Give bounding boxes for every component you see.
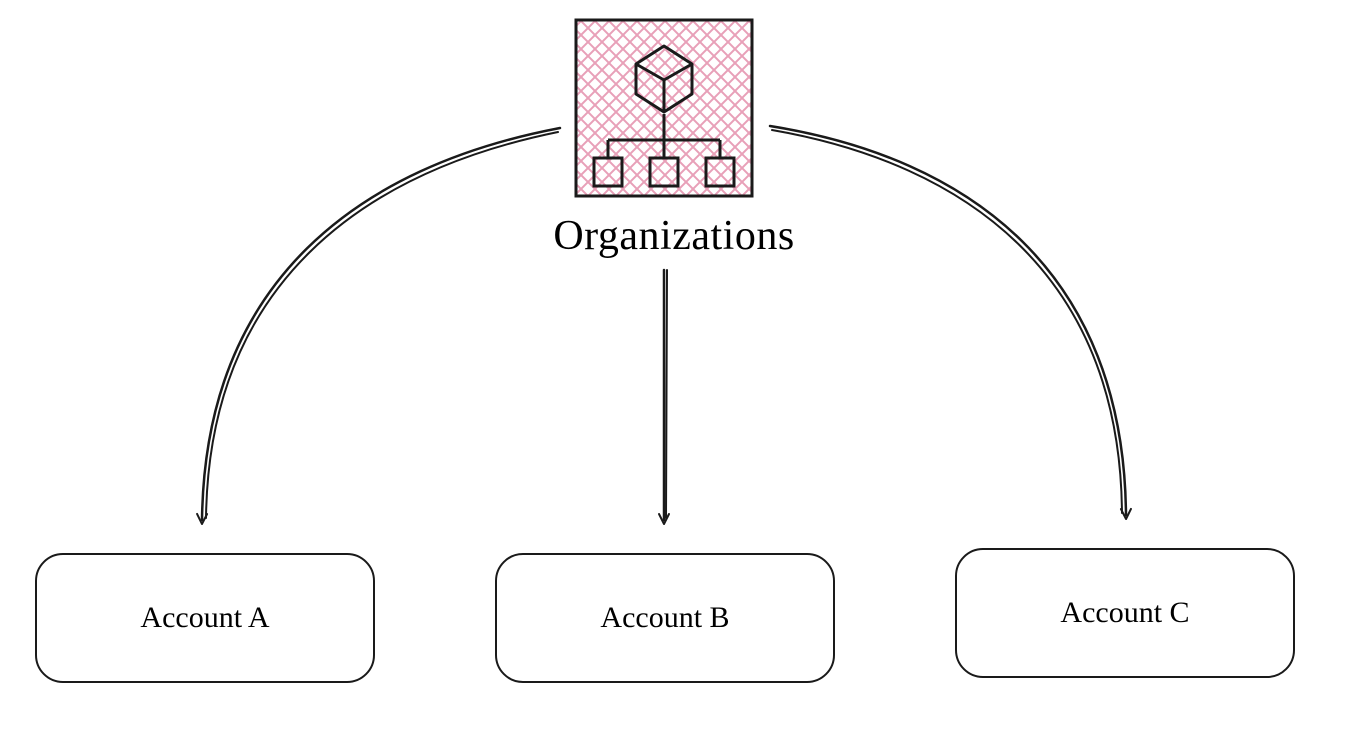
account-a-label: Account A bbox=[140, 601, 269, 635]
organizations-label: Organizations bbox=[0, 212, 1348, 260]
account-box-a: Account A bbox=[35, 553, 375, 683]
account-c-label: Account C bbox=[1060, 596, 1189, 630]
diagram-canvas: Organizations Account A Account B Accoun… bbox=[0, 0, 1348, 738]
organizations-icon bbox=[576, 20, 752, 196]
arrow-to-account-b bbox=[664, 270, 667, 520]
account-box-c: Account C bbox=[955, 548, 1295, 678]
arrow-to-account-a bbox=[202, 128, 560, 520]
account-box-b: Account B bbox=[495, 553, 835, 683]
arrow-to-account-c bbox=[770, 126, 1126, 515]
account-b-label: Account B bbox=[600, 601, 729, 635]
